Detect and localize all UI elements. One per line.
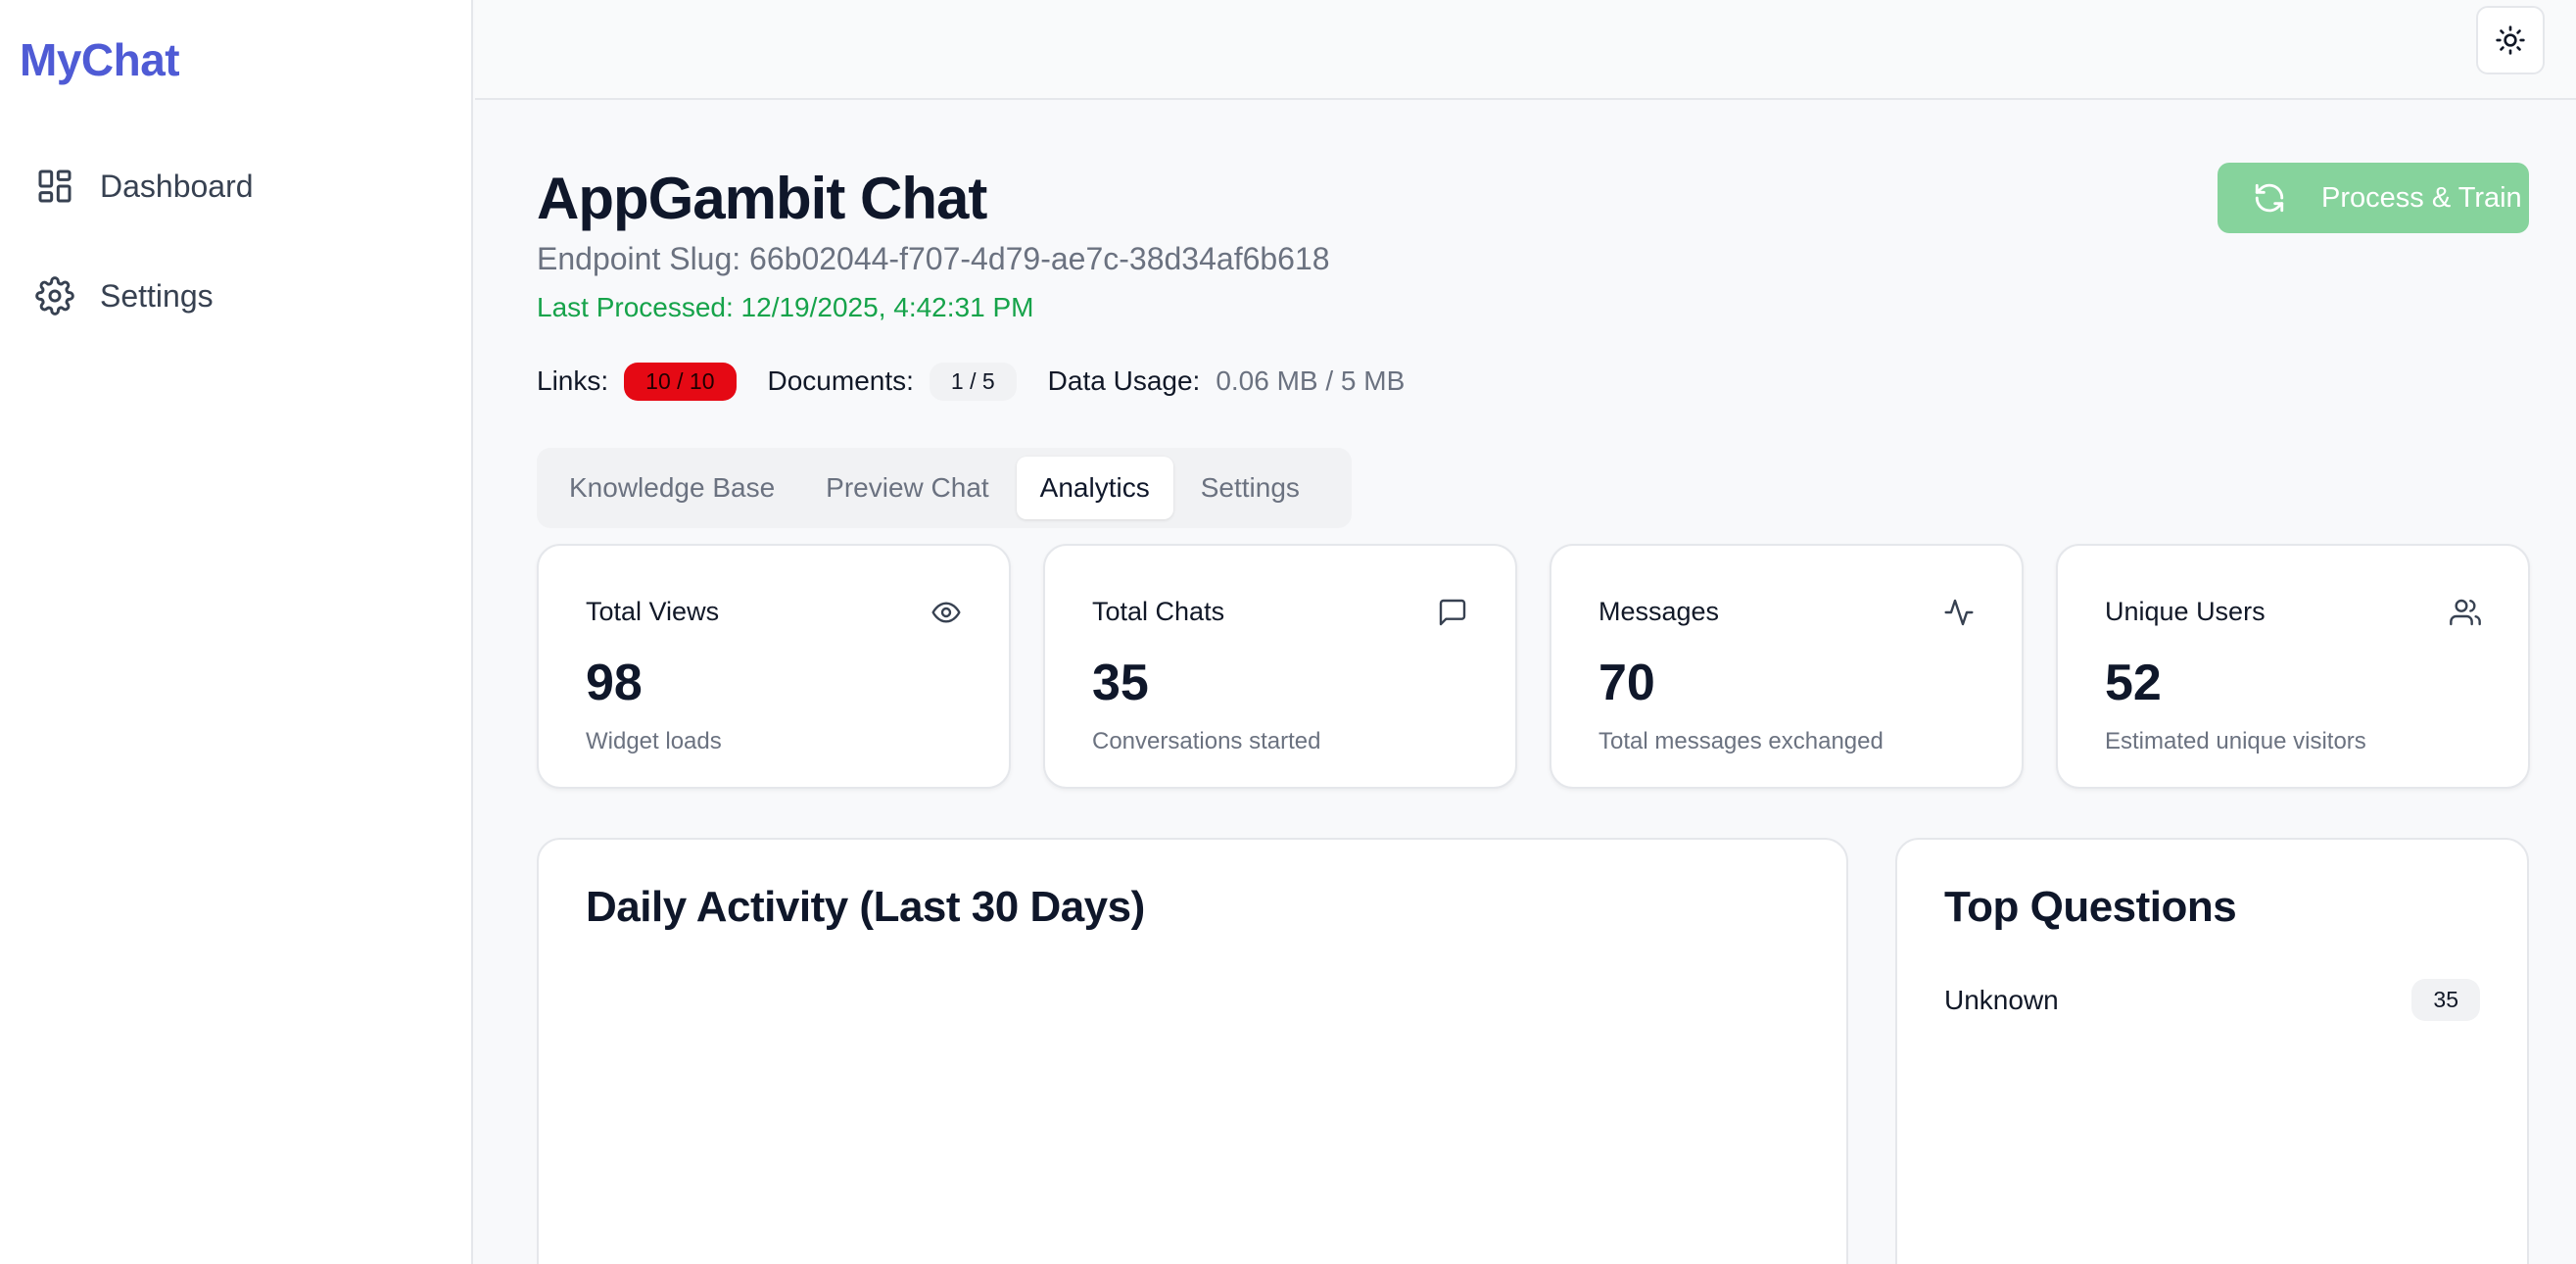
list-item: Unknown 35 [1944, 979, 2480, 1021]
stat-value: 70 [1598, 655, 1655, 711]
process-train-button[interactable]: Process & Train [2218, 163, 2529, 233]
sidebar-item-settings[interactable]: Settings [35, 267, 447, 325]
stat-description: Estimated unique visitors [2105, 728, 2366, 754]
process-train-label: Process & Train [2321, 181, 2522, 214]
stat-description: Total messages exchanged [1598, 728, 1884, 754]
data-usage-label: Data Usage: [1047, 365, 1201, 396]
stat-card-unique-users: Unique Users 52 Estimated unique visitor… [2056, 544, 2530, 789]
stat-card-total-chats: Total Chats 35 Conversations started [1043, 544, 1517, 789]
sidebar: MyChat Dashboard Settings [0, 0, 473, 1264]
documents-badge: 1 / 5 [929, 362, 1017, 401]
sun-icon [2496, 25, 2525, 55]
dashboard-icon [38, 170, 72, 203]
data-usage-value: 0.06 MB / 5 MB [1216, 365, 1406, 396]
stat-value: 52 [2105, 655, 2162, 711]
refresh-icon [2255, 183, 2284, 213]
stat-card-messages: Messages 70 Total messages exchanged [1550, 544, 2024, 789]
top-bar [475, 0, 2576, 100]
stat-value: 35 [1092, 655, 1149, 711]
stat-label: Unique Users [2105, 597, 2266, 626]
tab-settings[interactable]: Settings [1177, 457, 1323, 519]
usage-row: Links: 10 / 10 Documents: 1 / 5 Data Usa… [537, 357, 1405, 406]
stat-description: Conversations started [1092, 728, 1321, 754]
sidebar-item-label: Dashboard [100, 168, 254, 204]
tab-knowledge-base[interactable]: Knowledge Base [546, 457, 798, 519]
users-icon [2450, 599, 2481, 626]
activity-icon [1944, 599, 1974, 626]
sidebar-item-label: Settings [100, 277, 214, 314]
top-questions-panel: Top Questions Unknown 35 [1895, 838, 2529, 1264]
stat-description: Widget loads [586, 728, 722, 754]
theme-toggle-button[interactable] [2476, 6, 2545, 74]
stat-label: Total Chats [1092, 597, 1225, 626]
links-label: Links: [537, 365, 609, 396]
tab-bar: Knowledge Base Preview Chat Analytics Se… [537, 448, 1352, 528]
stat-label: Total Views [586, 597, 720, 626]
top-questions-title: Top Questions [1944, 883, 2237, 931]
brand-logo[interactable]: MyChat [20, 33, 180, 86]
stat-value: 98 [586, 655, 643, 711]
stat-card-total-views: Total Views 98 Widget loads [537, 544, 1011, 789]
tab-preview-chat[interactable]: Preview Chat [802, 457, 1013, 519]
endpoint-slug: Endpoint Slug: 66b02044-f707-4d79-ae7c-3… [537, 241, 1330, 276]
links-badge: 10 / 10 [624, 362, 737, 401]
page-title: AppGambit Chat [537, 166, 987, 231]
chat-bubble-icon [1439, 599, 1466, 626]
daily-activity-panel: Daily Activity (Last 30 Days) [537, 838, 1848, 1264]
sidebar-item-dashboard[interactable]: Dashboard [35, 157, 447, 216]
question-text: Unknown [1944, 984, 2059, 1015]
question-count-badge: 35 [2411, 979, 2480, 1021]
eye-icon [931, 602, 961, 623]
last-processed: Last Processed: 12/19/2025, 4:42:31 PM [537, 292, 1034, 322]
daily-activity-title: Daily Activity (Last 30 Days) [586, 883, 1145, 931]
stat-label: Messages [1598, 597, 1720, 626]
tab-analytics[interactable]: Analytics [1016, 457, 1173, 519]
documents-label: Documents: [767, 365, 914, 396]
gear-icon [35, 276, 74, 316]
